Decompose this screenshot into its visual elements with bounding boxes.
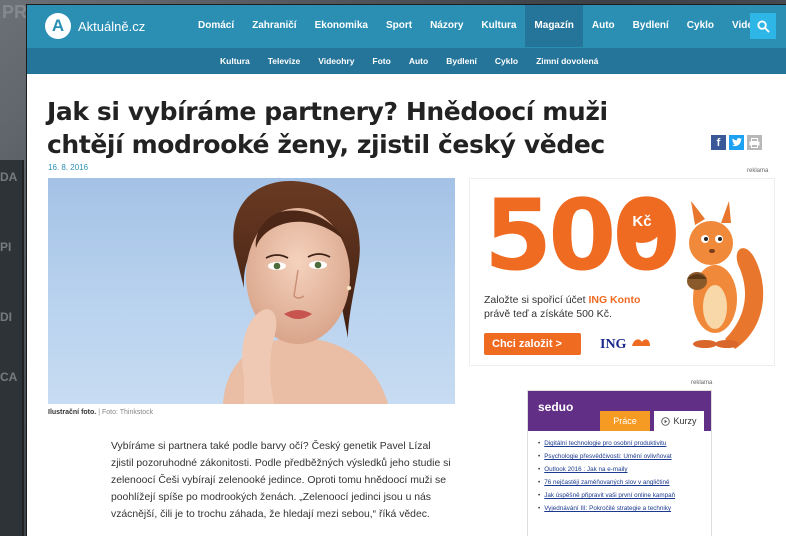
ad-copy: Založte si spořicí účet ING Konto právě … (484, 293, 640, 321)
tab-kurzy-label: Kurzy (673, 416, 697, 426)
subnav-item-televize[interactable]: Televize (259, 48, 309, 74)
background-text: PI (0, 240, 12, 254)
ad-currency-badge: Kč (620, 199, 664, 243)
nav-item-cyklo[interactable]: Cyklo (678, 5, 723, 47)
course-link[interactable]: Psychologie přesvědčivosti: Umění ovlivň… (538, 450, 703, 463)
background-text: CA (0, 370, 18, 384)
share-buttons: f (711, 135, 762, 150)
seduo-courses-ad: seduo Práce Kurzy Digitální technologie … (527, 390, 712, 536)
ad-label: reklama (747, 168, 769, 174)
printer-icon (749, 137, 760, 148)
subnav-item-foto[interactable]: Foto (363, 48, 399, 74)
ing-logo-text: ING (600, 337, 627, 352)
twitter-share-button[interactable] (729, 135, 744, 150)
course-link[interactable]: Outlook 2016 : Jak na e-maily (538, 463, 703, 476)
ad-copy-line1: Založte si spořicí účet (484, 294, 589, 306)
background-window-edge: DA PI DI CA (0, 160, 24, 536)
background-text: DA (0, 170, 18, 184)
ing-banner-ad[interactable]: 500 Kč Založte si spořicí účet ING Konto… (469, 178, 775, 366)
tab-prace[interactable]: Práce (600, 411, 650, 431)
browser-page: A Aktuálně.cz Domácí Zahraničí Ekonomika… (26, 4, 786, 536)
nav-item-sport[interactable]: Sport (377, 5, 421, 47)
nav-item-magazin[interactable]: Magazín (525, 5, 583, 47)
lion-icon (631, 339, 650, 346)
subnav-item-auto[interactable]: Auto (400, 48, 437, 74)
ad-copy-line2: právě teď a získáte 500 Kč. (484, 308, 612, 320)
background-text: PR (2, 2, 28, 22)
woman-portrait-illustration (223, 181, 388, 404)
article-hero-image (48, 178, 455, 404)
seduo-header: seduo Práce Kurzy (528, 391, 711, 431)
ad-copy-highlight: ING Konto (588, 294, 641, 306)
caption-label: Ilustrační foto. (48, 409, 97, 416)
facebook-share-button[interactable]: f (711, 135, 726, 150)
course-list: Digitální technologie pro osobní produkt… (528, 431, 711, 515)
squirrel-mascot-illustration (687, 201, 764, 349)
sub-navigation: Kultura Televize Videohry Foto Auto Bydl… (27, 47, 786, 74)
caption-source: | Foto: Thinkstock (98, 409, 154, 416)
search-icon (756, 19, 770, 33)
nav-item-kultura[interactable]: Kultura (472, 5, 525, 47)
logo-text: Aktuálně.cz (78, 18, 146, 34)
ing-logo: ING (600, 336, 652, 353)
course-link[interactable]: Digitální technologie pro osobní produkt… (538, 437, 703, 450)
nav-item-zahranici[interactable]: Zahraničí (243, 5, 305, 47)
main-nav: Domácí Zahraničí Ekonomika Sport Názory … (189, 5, 768, 47)
logo-mark: A (45, 13, 71, 39)
site-logo[interactable]: A Aktuálně.cz (45, 13, 167, 39)
course-link[interactable]: Jak úspěšně připravit vaši první online … (538, 489, 703, 502)
print-button[interactable] (747, 135, 762, 150)
tab-kurzy[interactable]: Kurzy (654, 411, 704, 431)
nav-item-ekonomika[interactable]: Ekonomika (306, 5, 377, 47)
subnav-item-cyklo[interactable]: Cyklo (486, 48, 527, 74)
search-button[interactable] (750, 13, 776, 39)
subnav-item-zimni-dovolena[interactable]: Zimní dovolená (527, 48, 607, 74)
top-navigation: A Aktuálně.cz Domácí Zahraničí Ekonomika… (27, 5, 786, 47)
subnav-item-kultura[interactable]: Kultura (211, 48, 259, 74)
course-link[interactable]: 76 nejčastěji zaměňovaných slov v anglič… (538, 476, 703, 489)
nav-item-bydleni[interactable]: Bydlení (624, 5, 678, 47)
subnav-item-bydleni[interactable]: Bydlení (437, 48, 486, 74)
subnav-item-videohry[interactable]: Videohry (309, 48, 363, 74)
nav-item-auto[interactable]: Auto (583, 5, 624, 47)
image-caption: Ilustrační foto. | Foto: Thinkstock (48, 409, 153, 416)
seduo-logo[interactable]: seduo (538, 400, 573, 414)
background-text: DI (0, 310, 12, 324)
nav-item-domaci[interactable]: Domácí (189, 5, 243, 47)
ad-cta-button[interactable]: Chci založit > (484, 333, 581, 355)
course-link[interactable]: Vyjednávání III: Pokročilé strategie a t… (538, 502, 703, 515)
article-date: 16. 8. 2016 (48, 163, 89, 172)
play-circle-icon (661, 416, 671, 426)
nav-item-nazory[interactable]: Názory (421, 5, 472, 47)
article-title: Jak si vybíráme partnery? Hnědoocí muži … (47, 97, 608, 159)
twitter-icon (731, 138, 742, 147)
ad-label: reklama (691, 380, 713, 386)
article-body: Vybíráme si partnera také podle barvy oč… (111, 441, 451, 520)
